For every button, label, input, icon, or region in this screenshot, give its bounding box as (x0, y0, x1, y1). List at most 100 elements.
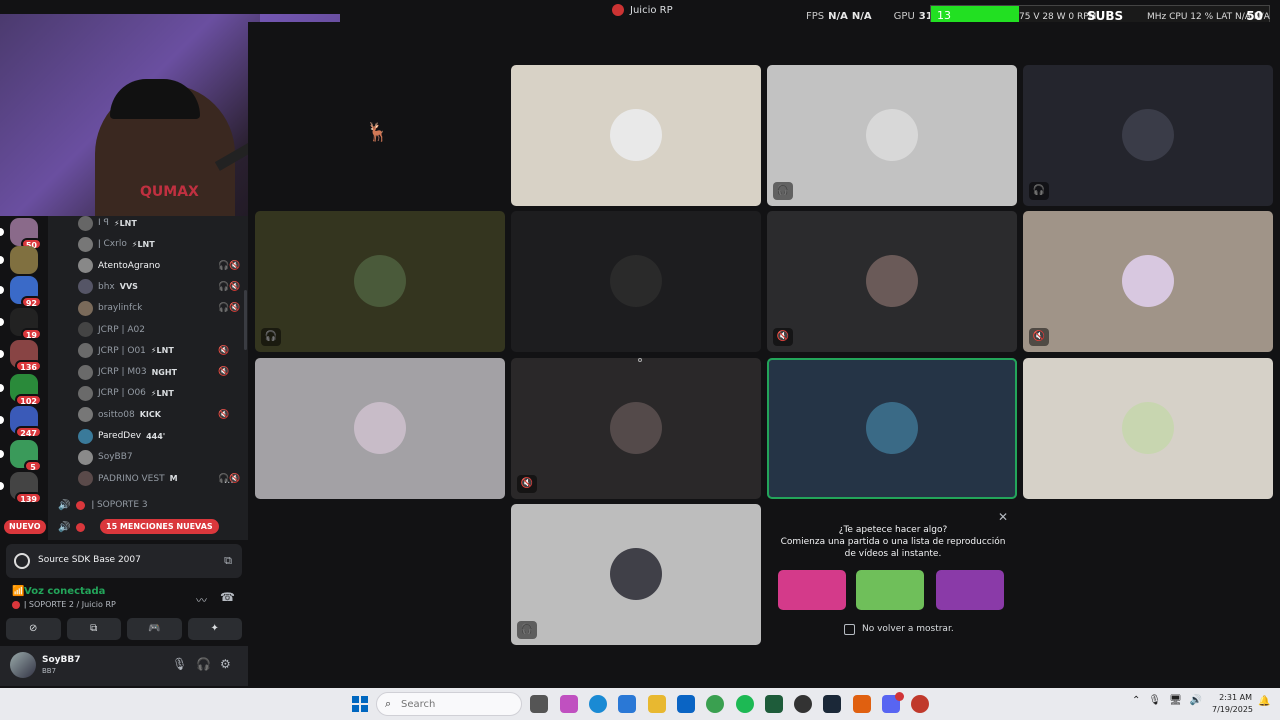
microphone-icon[interactable]: 🎙 (1148, 695, 1161, 706)
participant-tile[interactable]: 🎧 (1023, 65, 1273, 206)
server-icon-7[interactable]: 247 (0, 406, 42, 438)
edge-icon[interactable] (589, 695, 607, 713)
server-icon-4[interactable]: 19 (0, 308, 42, 340)
voice-user[interactable]: JCRP | A02 (78, 321, 145, 339)
mention-count-badge: 5 (24, 460, 42, 472)
spotify-icon[interactable] (736, 695, 754, 713)
launcher-icon[interactable] (853, 695, 871, 713)
participant-tile[interactable]: 🎧 (511, 504, 761, 645)
headphones-icon[interactable]: 🎧 (196, 657, 211, 671)
voice-user[interactable]: braylinfck 🎧🔇 (78, 299, 240, 317)
voice-channel-soporte-3[interactable]: 🔊 ǀ SOPORTE 3 (58, 496, 148, 514)
taskbar-clock[interactable]: 2:31 AM 7/19/2025 (1212, 692, 1253, 716)
soundboard-button[interactable]: ✦ (187, 618, 242, 640)
participant-tile[interactable]: 🎧 (767, 65, 1017, 206)
notifications-icon[interactable]: 🔔 (1258, 696, 1270, 707)
window-title: Juicio RP (612, 4, 673, 16)
voice-user[interactable]: JCRP | O06 ⚡LNT (78, 384, 174, 402)
voice-location[interactable]: ǀ SOPORTE 2 / Juicio RP (12, 600, 116, 609)
new-mentions-badge[interactable]: 15 MENCIONES NUEVAS (100, 519, 219, 534)
game-app-icon[interactable] (911, 695, 929, 713)
voice-user[interactable]: ositto08 KICK 🔇 (78, 406, 229, 424)
voice-user[interactable]: PADRINO VEST M 🎧🔇 (78, 470, 240, 488)
server-icon-9[interactable]: 139 (0, 472, 42, 504)
activity-card[interactable]: Source SDK Base 2007 ⧉ (6, 544, 242, 578)
copilot-icon[interactable] (560, 695, 578, 713)
discord-icon[interactable] (882, 692, 904, 713)
store-icon[interactable] (618, 695, 636, 713)
gpu-label: GPU (893, 10, 915, 22)
camera-off-button[interactable]: ⊘ (6, 618, 61, 640)
participant-tile[interactable] (255, 358, 505, 499)
clan-tag: ⚡LNT (150, 346, 174, 356)
system-tray: ⌃ 🎙 🖥 🔊 (1132, 695, 1202, 706)
muted-deafened-icon: 🔇 (218, 345, 230, 356)
chrome-icon[interactable] (706, 695, 724, 713)
participant-tile[interactable] (511, 65, 761, 206)
activity-game-card[interactable] (856, 570, 924, 610)
obs-icon[interactable] (794, 695, 812, 713)
voice-user-name: I ꟼ (98, 218, 109, 228)
new-servers-badge[interactable]: NUEVO (4, 520, 46, 534)
voice-location-text: ǀ SOPORTE 2 / Juicio RP (24, 600, 116, 609)
gear-icon[interactable]: ⚙ (220, 657, 231, 671)
server-icon-2[interactable] (0, 246, 38, 274)
voice-user[interactable]: bhx VVS 🎧🔇 (78, 278, 240, 296)
file-explorer-icon[interactable] (648, 695, 666, 713)
avatar (354, 402, 406, 454)
voice-user[interactable]: ParedDev 444' (78, 427, 165, 445)
voice-user[interactable]: AtentoAgrano 🎧🔇 (78, 257, 240, 275)
microphone-icon[interactable]: 🎙 (172, 657, 187, 671)
avatar[interactable] (10, 652, 36, 678)
network-icon[interactable]: 🖥 (1169, 695, 1182, 706)
voice-user[interactable]: JCRP | O01 ⚡LNT 🔇 (78, 342, 229, 360)
participant-tile[interactable] (767, 358, 1017, 499)
server-icon-6[interactable]: 102 (0, 374, 42, 406)
server-icon-8[interactable]: 5 (0, 440, 42, 472)
activity-game-card[interactable] (936, 570, 1004, 610)
dont-show-again-checkbox[interactable] (844, 624, 855, 635)
noise-suppression-icon[interactable]: 〰 (196, 592, 207, 608)
disconnect-icon[interactable]: ☎ (220, 590, 235, 604)
participant-tile[interactable] (511, 211, 761, 352)
windows-start-button[interactable] (352, 696, 368, 712)
participant-tile[interactable]: 🔇 (1023, 211, 1273, 352)
headphones-icon: 🎧 (517, 621, 537, 639)
channel-name: ǀ SOPORTE 3 (91, 500, 148, 510)
dont-show-again-label[interactable]: No volver a mostrar. (862, 624, 954, 634)
server-icon-5[interactable]: 136 (0, 340, 42, 372)
voice-user[interactable]: SoyBB7 (78, 448, 133, 466)
xbox-icon[interactable] (765, 695, 783, 713)
voice-user[interactable]: I ꟼ ⚡LNT (78, 216, 137, 232)
user-name[interactable]: SoyBB7 (42, 655, 81, 665)
volume-icon[interactable]: 🔊 (1190, 695, 1202, 706)
subs-label: SUBS (1087, 9, 1124, 23)
close-icon[interactable]: ✕ (998, 510, 1008, 524)
participant-tile[interactable]: 🎧 (255, 211, 505, 352)
voice-connection-panel: 📶 Voz conectada ǀ SOPORTE 2 / Juicio RP … (6, 582, 242, 620)
participant-tile[interactable]: 🔇 (511, 358, 761, 499)
voice-user[interactable]: ǀ Cxrlo ⚡LNT (78, 235, 155, 253)
participant-tile[interactable]: 🔇 (767, 211, 1017, 352)
voice-state[interactable]: Voz conectada (24, 586, 105, 597)
server-icon-3[interactable]: 92 (0, 276, 42, 308)
screen-share-button[interactable]: ⧉ (66, 618, 121, 640)
steam-icon[interactable] (823, 695, 841, 713)
voice-channel-unnamed[interactable]: 🔊 (58, 518, 86, 536)
participant-tile[interactable] (1023, 358, 1273, 499)
screen-share-icon[interactable]: ⧉ (224, 554, 232, 568)
search-input[interactable] (401, 696, 481, 712)
server-icon-1[interactable]: 50 (0, 218, 42, 250)
grid-handle[interactable] (638, 358, 642, 362)
chevron-up-icon[interactable]: ⌃ (1132, 695, 1140, 706)
activity-game-card[interactable] (778, 570, 846, 610)
channel-list-scrollbar[interactable] (244, 290, 247, 350)
signal-icon[interactable]: 📶 (12, 586, 24, 597)
outlook-icon[interactable] (677, 695, 695, 713)
taskbar-search[interactable]: ⌕ (376, 692, 522, 716)
voice-user[interactable]: JCRP | M03 NGHT 🔇 (78, 363, 229, 381)
more-icon[interactable]: ··· (224, 478, 234, 489)
avatar (78, 471, 93, 487)
activities-button[interactable]: 🎮 (127, 618, 182, 640)
task-view-icon[interactable] (530, 695, 548, 713)
